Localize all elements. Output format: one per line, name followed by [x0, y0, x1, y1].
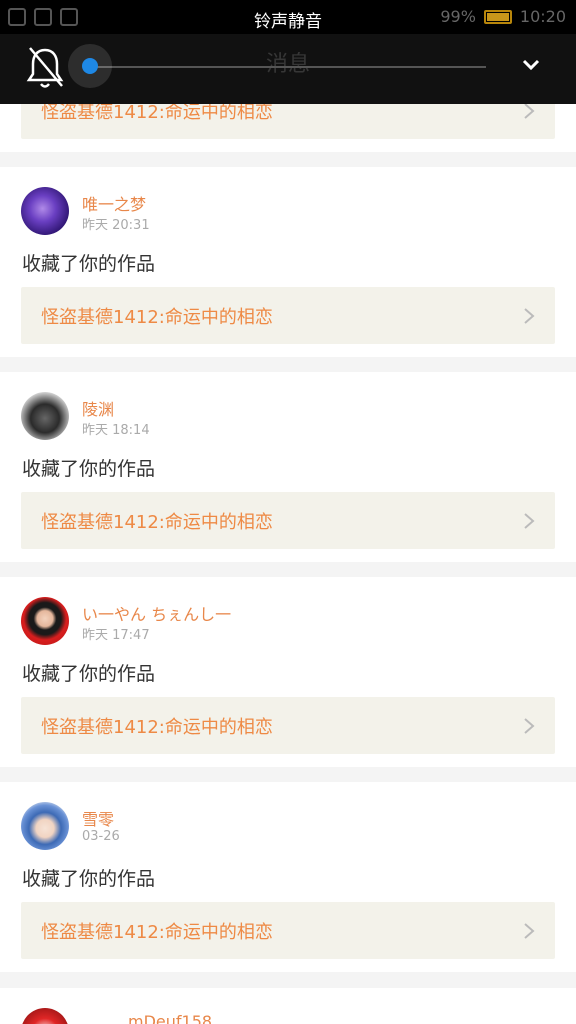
user-name[interactable]: 雪零	[82, 806, 114, 830]
chevron-right-icon	[524, 923, 535, 939]
message-card-partial-top: 怪盗基德1412:命运中的相恋	[0, 82, 576, 152]
avatar[interactable]	[21, 1008, 69, 1024]
user-name[interactable]: 唯一之梦	[82, 191, 146, 215]
status-bar: 铃声静音 99% 10:20	[0, 0, 576, 34]
battery-icon	[483, 9, 512, 24]
chevron-right-icon	[524, 103, 535, 119]
message-time: 昨天 20:31	[82, 218, 150, 233]
message-text: 收藏了你的作品	[22, 868, 156, 890]
message-time: 昨天 17:47	[82, 628, 150, 643]
chevron-right-icon	[524, 513, 535, 529]
message-card: 陵渊 昨天 18:14 收藏了你的作品 怪盗基德1412:命运中的相恋	[0, 372, 576, 562]
message-card: い一やん ちぇんし一 昨天 17:47 收藏了你的作品 怪盗基德1412:命运中…	[0, 577, 576, 767]
avatar[interactable]	[21, 187, 69, 235]
work-title: 怪盗基德1412:命运中的相恋	[41, 307, 273, 328]
status-right: 99% 10:20	[440, 7, 566, 26]
work-link[interactable]: 怪盗基德1412:命运中的相恋	[21, 697, 555, 754]
message-text: 收藏了你的作品	[22, 663, 156, 685]
work-title: 怪盗基德1412:命运中的相恋	[41, 717, 273, 738]
message-text: 收藏了你的作品	[22, 253, 156, 275]
work-link[interactable]: 怪盗基德1412:命运中的相恋	[21, 902, 555, 959]
user-name[interactable]: い一やん ちぇんし一	[82, 601, 231, 625]
avatar[interactable]	[21, 392, 69, 440]
message-text: 收藏了你的作品	[22, 458, 156, 480]
page-title: 消息	[265, 52, 310, 77]
chevron-right-icon	[524, 718, 535, 734]
work-title: 怪盗基德1412:命运中的相恋	[41, 512, 273, 533]
clock: 10:20	[519, 7, 566, 26]
message-time: 03-26	[82, 829, 120, 844]
message-time: 昨天 18:14	[82, 423, 150, 438]
message-card-partial-bottom: _mDeuf158	[0, 988, 576, 1024]
message-card: 雪零 03-26 收藏了你的作品 怪盗基德1412:命运中的相恋	[0, 782, 576, 972]
message-card: 唯一之梦 昨天 20:31 收藏了你的作品 怪盗基德1412:命运中的相恋	[0, 167, 576, 357]
user-name[interactable]: _mDeuf158	[120, 1012, 212, 1024]
battery-percent: 99%	[440, 7, 476, 26]
avatar[interactable]	[21, 802, 69, 850]
avatar[interactable]	[21, 597, 69, 645]
user-name[interactable]: 陵渊	[82, 396, 114, 420]
work-title: 怪盗基德1412:命运中的相恋	[41, 922, 273, 943]
chevron-right-icon	[524, 308, 535, 324]
work-link[interactable]: 怪盗基德1412:命运中的相恋	[21, 492, 555, 549]
work-link[interactable]: 怪盗基德1412:命运中的相恋	[21, 287, 555, 344]
